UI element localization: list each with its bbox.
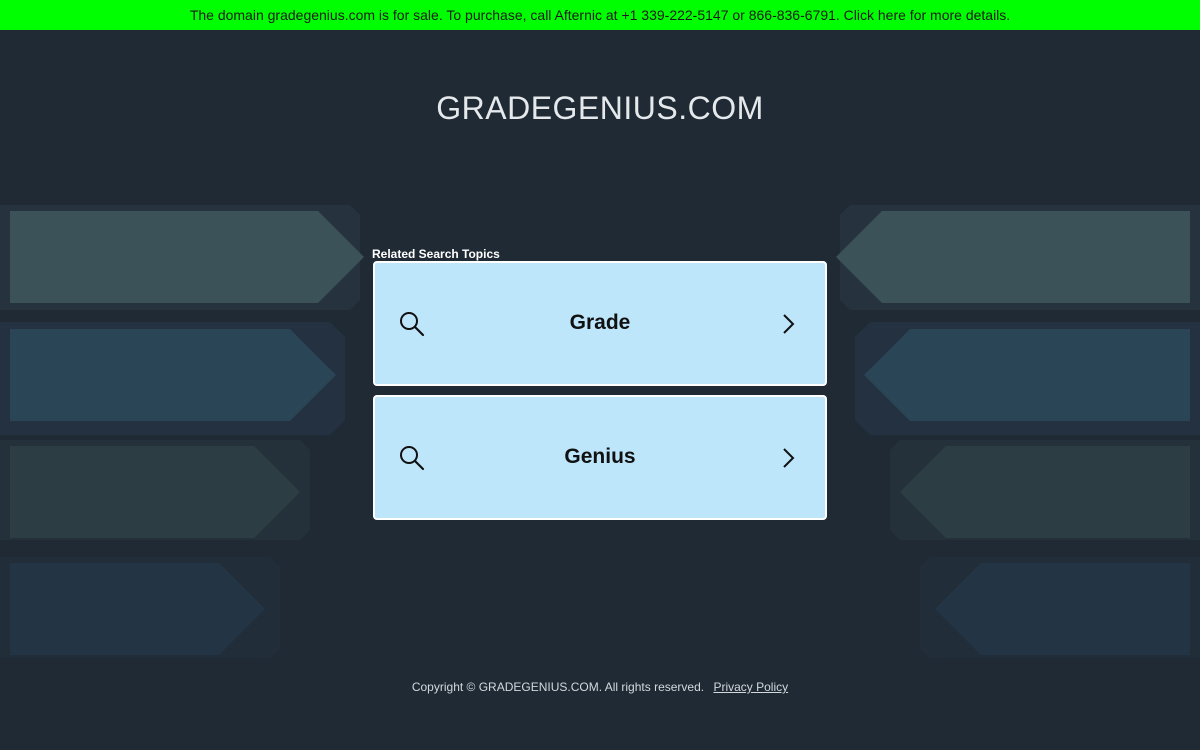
topic-card-grade[interactable]: Grade	[373, 261, 827, 386]
topic-card-genius[interactable]: Genius	[373, 395, 827, 520]
privacy-policy-link[interactable]: Privacy Policy	[713, 680, 788, 694]
copyright-text: Copyright © GRADEGENIUS.COM. All rights …	[411, 680, 705, 694]
topic-label: Genius	[564, 445, 636, 468]
right-decoration-bands	[836, 205, 1200, 658]
chevron-right-icon	[783, 448, 795, 468]
left-decoration-bands	[0, 205, 364, 658]
topic-label: Grade	[569, 311, 631, 334]
footer: Copyright © GRADEGENIUS.COM. All rights …	[0, 680, 1200, 694]
related-search-label: Related Search Topics	[372, 247, 500, 261]
chevron-right-icon	[783, 314, 795, 334]
